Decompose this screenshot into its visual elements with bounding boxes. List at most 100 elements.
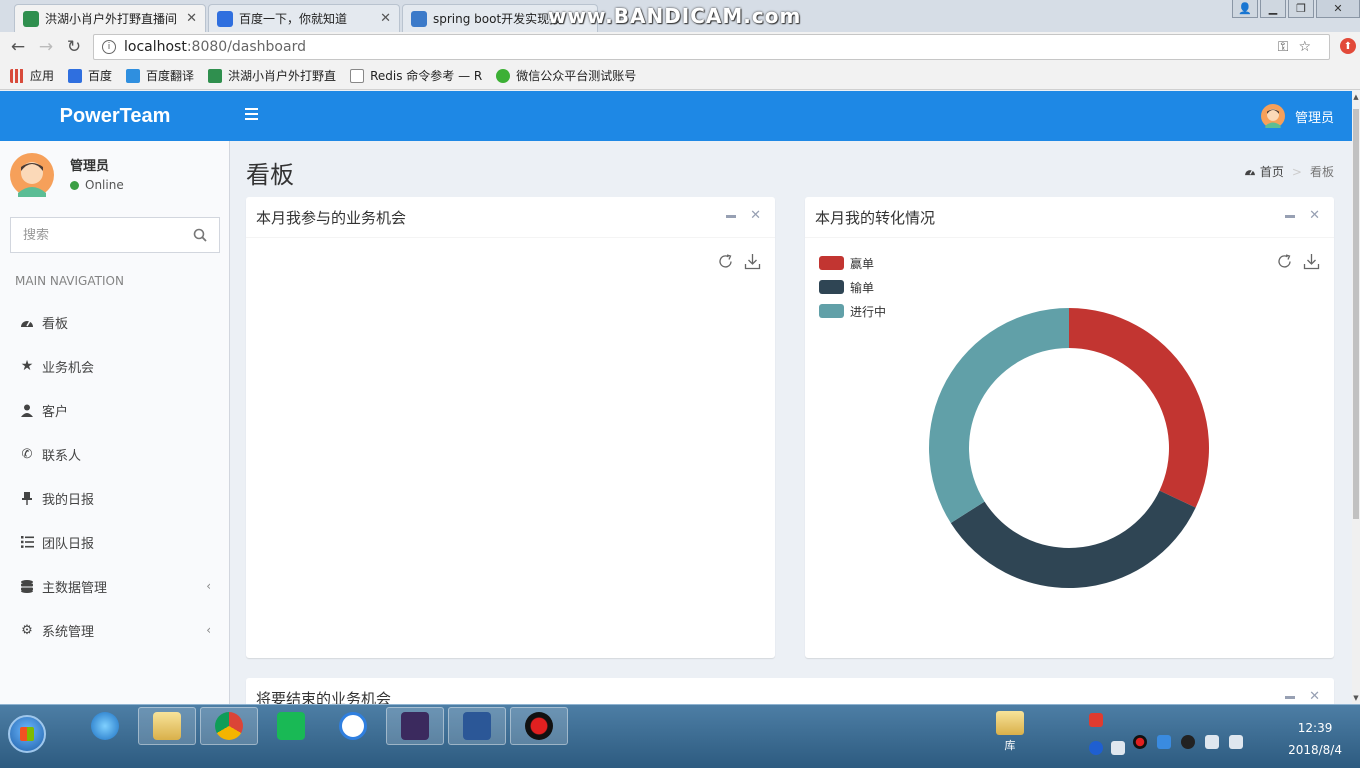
sidebar-item-dashboard[interactable]: 看板	[0, 300, 229, 344]
bookmark-honghu[interactable]: 洪湖小肖户外打野直	[208, 67, 336, 84]
chrome-icon	[215, 712, 243, 740]
online-dot-icon	[70, 180, 79, 190]
explorer-taskbar-button[interactable]	[138, 707, 196, 745]
close-icon[interactable]: ✕	[380, 11, 391, 26]
hamburger-menu-icon[interactable]	[245, 108, 258, 122]
bookmark-wechat[interactable]: 微信公众平台测试账号	[496, 67, 636, 84]
sidebar-item-system[interactable]: ⚙ 系统管理 ‹	[0, 608, 229, 652]
search-input[interactable]	[11, 227, 181, 243]
start-button[interactable]	[8, 715, 46, 753]
restore-icon[interactable]: ❐	[1288, 0, 1314, 18]
folder-icon	[996, 711, 1024, 735]
scroll-up-icon[interactable]: ▲	[1352, 93, 1360, 101]
sidebar-item-label: 主数据管理	[42, 580, 108, 596]
eclipse-taskbar-button[interactable]	[386, 707, 444, 745]
bookmark-baidu-translate[interactable]: 百度翻译	[126, 67, 194, 84]
translate-icon	[126, 68, 141, 83]
browser-tab-2[interactable]: 百度一下，你就知道 ✕	[208, 4, 400, 32]
bandicam-watermark: www.BANDICAM.com	[548, 4, 802, 28]
pin-icon	[20, 491, 34, 505]
wechat-icon	[496, 68, 511, 83]
download-icon[interactable]	[744, 253, 761, 270]
forward-arrow-icon[interactable]: →	[32, 37, 60, 57]
window-close-icon[interactable]: ✕	[1316, 0, 1360, 18]
chrome-taskbar-button[interactable]	[200, 707, 258, 745]
header-user-name: 管理员	[1294, 110, 1334, 126]
bookmark-star-icon[interactable]: ☆	[1298, 39, 1321, 55]
record-icon[interactable]	[1133, 735, 1147, 749]
signal-icon[interactable]	[1229, 735, 1243, 749]
word-taskbar-button[interactable]	[448, 707, 506, 745]
bandicam-taskbar-button[interactable]	[510, 707, 568, 745]
sogou-input-icon[interactable]	[1089, 713, 1103, 727]
minimize-icon[interactable]	[1285, 695, 1296, 699]
bookmark-apps[interactable]: 应用	[10, 67, 54, 84]
sidebar-item-opportunities[interactable]: ★ 业务机会	[0, 344, 229, 388]
bookmark-label: 洪湖小肖户外打野直	[228, 69, 337, 83]
refresh-icon[interactable]	[1276, 253, 1293, 270]
folder-icon	[153, 712, 181, 740]
sidebar-item-contacts[interactable]: ✆ 联系人	[0, 432, 229, 476]
library-toolbar[interactable]: 库	[992, 711, 1028, 753]
close-icon[interactable]: ✕	[186, 11, 197, 26]
search-icon[interactable]	[193, 228, 207, 242]
minimize-icon[interactable]: ▁	[1260, 0, 1286, 18]
scroll-down-icon[interactable]: ▼	[1352, 694, 1360, 702]
user-icon[interactable]: 👤	[1232, 0, 1258, 18]
shield-icon[interactable]	[1157, 735, 1171, 749]
brand-logo[interactable]: PowerTeam	[0, 91, 230, 141]
close-icon[interactable]: ✕	[1309, 690, 1320, 704]
legend-item-1[interactable]: 输单	[819, 275, 886, 299]
system-clock[interactable]: 12:39 2018/8/4	[1288, 717, 1342, 761]
header-user-menu[interactable]: 管理员	[1260, 104, 1334, 128]
baidu-paw-icon	[68, 68, 83, 83]
green-app-taskbar-button[interactable]	[262, 707, 320, 745]
ending-opportunities-box: 将要结束的业务机会 ✕	[246, 678, 1334, 704]
breadcrumb-home[interactable]: 首页	[1260, 163, 1284, 180]
legend-item-2[interactable]: 进行中	[819, 299, 886, 323]
key-icon[interactable]: ⚿	[1278, 39, 1299, 55]
sidebar-item-customers[interactable]: 客户	[0, 388, 229, 432]
browser-tab-1[interactable]: 洪湖小肖户外打野直播间 ✕	[14, 4, 206, 32]
legend-item-0[interactable]: 赢单	[819, 251, 886, 275]
info-icon[interactable]: i	[102, 40, 116, 54]
bookmark-redis[interactable]: Redis 命令参考 — R	[350, 67, 482, 84]
sidebar-item-team-daily-report[interactable]: 团队日报	[0, 520, 229, 564]
scrollbar-thumb[interactable]	[1353, 109, 1359, 519]
volume-icon[interactable]	[1205, 735, 1219, 749]
user-tie-icon	[20, 403, 34, 417]
box-header: 本月我参与的业务机会 ✕	[246, 197, 775, 238]
donut-slice-2[interactable]	[929, 308, 1069, 524]
page-scrollbar[interactable]: ▲ ▼	[1352, 91, 1360, 704]
donut-slice-1[interactable]	[950, 490, 1196, 588]
close-icon[interactable]: ✕	[1309, 209, 1320, 223]
address-bar: ← → ↻ i localhost:8080/dashboard ⚿☆ ⬆	[0, 32, 1360, 62]
download-icon[interactable]	[1303, 253, 1320, 270]
star-icon: ★	[20, 358, 34, 374]
sidebar-item-label: 我的日报	[42, 492, 95, 508]
box-title: 本月我的转化情况	[815, 209, 936, 227]
sidebar-item-my-daily-report[interactable]: 我的日报	[0, 476, 229, 520]
sidebar-item-label: 系统管理	[42, 624, 95, 640]
extension-icon[interactable]: ⬆	[1340, 38, 1356, 54]
back-arrow-icon[interactable]: ←	[4, 37, 32, 57]
dashboard-icon	[20, 315, 34, 329]
help-icon[interactable]	[1089, 741, 1103, 755]
close-icon[interactable]: ✕	[750, 209, 761, 223]
doc-icon	[411, 10, 427, 27]
qq-icon[interactable]	[1181, 735, 1195, 749]
avatar	[10, 153, 54, 197]
reload-icon[interactable]: ↻	[60, 37, 88, 57]
baidu-netdisk-taskbar-button[interactable]	[324, 707, 382, 745]
sidebar-item-master-data[interactable]: 主数据管理 ‹	[0, 564, 229, 608]
donut-slice-0[interactable]	[1069, 308, 1209, 508]
apps-grid-icon	[10, 68, 24, 83]
network-switch-icon[interactable]	[1111, 741, 1125, 755]
minimize-icon[interactable]	[726, 214, 737, 218]
url-input[interactable]: i localhost:8080/dashboard ⚿☆	[93, 34, 1330, 60]
ie-taskbar-button[interactable]	[76, 707, 134, 745]
minimize-icon[interactable]	[1285, 214, 1296, 218]
green-app-icon	[277, 712, 305, 740]
bookmark-baidu[interactable]: 百度	[68, 67, 112, 84]
refresh-icon[interactable]	[717, 253, 734, 270]
